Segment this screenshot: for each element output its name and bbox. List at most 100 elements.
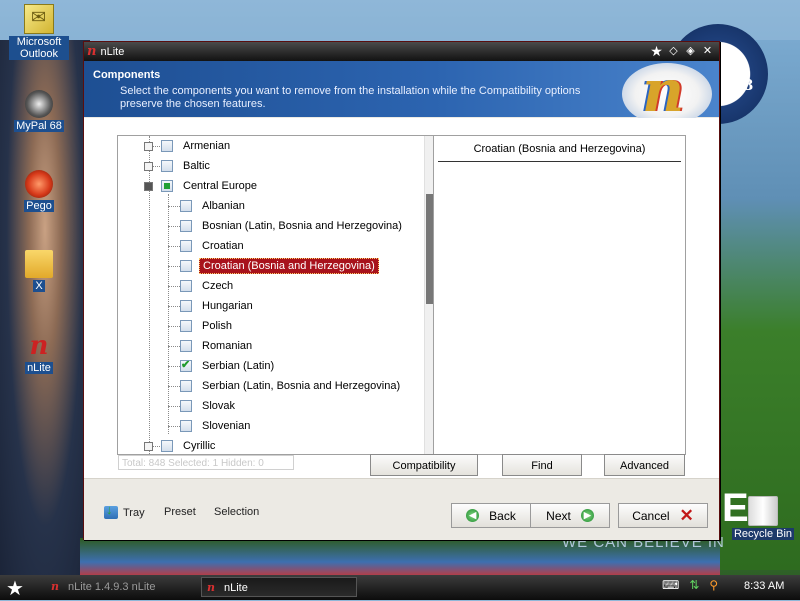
- next-button[interactable]: Next ▶: [530, 503, 610, 528]
- desktop-icon-label: nLite: [25, 362, 53, 374]
- desktop-icon-nlite[interactable]: n nLite: [9, 332, 69, 374]
- tree-item[interactable]: Serbian (Latin): [180, 357, 277, 375]
- divider: [438, 161, 681, 162]
- clock[interactable]: 8:33 AM: [744, 580, 784, 592]
- tree-line: [168, 366, 180, 367]
- tree-item[interactable]: Slovenian: [180, 417, 253, 435]
- back-label: Back: [489, 508, 516, 523]
- tree-item[interactable]: Polish: [180, 317, 235, 335]
- selection-button[interactable]: Selection: [214, 506, 259, 518]
- desktop-icon-mypal[interactable]: MyPal 68: [9, 90, 69, 132]
- tree-expander[interactable]: [144, 442, 153, 451]
- tree-line: [168, 226, 180, 227]
- tree-item[interactable]: Hungarian: [180, 297, 256, 315]
- tree-expander[interactable]: [144, 142, 153, 151]
- tree-item-label: Central Europe: [183, 180, 257, 192]
- desktop-icon-recycle-bin[interactable]: Recycle Bin: [730, 496, 796, 540]
- pego-icon: [25, 170, 53, 198]
- preset-button[interactable]: Preset: [164, 506, 196, 518]
- checkbox[interactable]: [180, 340, 192, 352]
- desktop-icon-label: Recycle Bin: [731, 528, 795, 540]
- tree-item[interactable]: Czech: [180, 277, 236, 295]
- start-button[interactable]: ★: [6, 576, 24, 601]
- page-title: Components: [93, 69, 161, 81]
- tree-item-label: Croatian (Bosnia and Herzegovina): [199, 258, 379, 274]
- tree-item[interactable]: Croatian: [180, 237, 247, 255]
- components-tree[interactable]: Armenian Baltic Central Europe Albanian …: [117, 135, 435, 455]
- tree-item-selected[interactable]: Croatian (Bosnia and Herzegovina): [180, 257, 379, 275]
- tree-item[interactable]: Baltic: [161, 157, 213, 175]
- tray-button[interactable]: Tray: [104, 502, 145, 519]
- checkbox[interactable]: [180, 320, 192, 332]
- tree-item[interactable]: Cyrillic: [161, 437, 218, 454]
- checkbox[interactable]: [180, 220, 192, 232]
- system-tray: ⌨ ⇅ ⚲: [662, 578, 718, 592]
- tree-line: [168, 326, 180, 327]
- checkbox[interactable]: [180, 280, 192, 292]
- page-description: Select the components you want to remove…: [120, 85, 581, 110]
- checkbox[interactable]: [180, 240, 192, 252]
- tree-item[interactable]: Albanian: [180, 197, 248, 215]
- tree-line: [168, 206, 180, 207]
- tree-item[interactable]: Serbian (Latin, Bosnia and Herzegovina): [180, 377, 403, 395]
- desktop-icon-pego[interactable]: Pego: [9, 170, 69, 212]
- checkbox[interactable]: [161, 140, 173, 152]
- checkbox[interactable]: [180, 420, 192, 432]
- back-button[interactable]: ◀ Back: [451, 503, 531, 528]
- tree-item[interactable]: Armenian: [161, 137, 233, 155]
- network-icon[interactable]: ⇅: [689, 578, 699, 592]
- checkbox[interactable]: [180, 400, 192, 412]
- desktop-icon-label: MyPal 68: [14, 120, 64, 132]
- tree-line: [168, 386, 180, 387]
- maximize-button[interactable]: ◈: [683, 44, 698, 59]
- checkbox-partial[interactable]: [161, 180, 173, 192]
- tree-item-label: Armenian: [183, 140, 231, 152]
- wizard-footer: Tray Preset Selection ◀ Back Next ▶ Canc…: [84, 478, 719, 540]
- checkbox[interactable]: [180, 380, 192, 392]
- checkbox[interactable]: [161, 440, 173, 452]
- desktop-icon-label: Pego: [24, 200, 54, 212]
- desktop-icon-label: Microsoft Outlook: [9, 36, 69, 60]
- search-icon[interactable]: ⚲: [709, 578, 718, 592]
- tree-item-label: Bosnian (Latin, Bosnia and Herzegovina): [202, 220, 402, 232]
- close-button[interactable]: ✕: [700, 44, 715, 59]
- cancel-label: Cancel: [632, 508, 670, 523]
- tree-expander[interactable]: [144, 182, 153, 191]
- tree-item[interactable]: Bosnian (Latin, Bosnia and Herzegovina): [180, 217, 405, 235]
- tree-item-label: Romanian: [202, 340, 253, 352]
- desktop-icon-outlook[interactable]: Microsoft Outlook: [9, 4, 69, 60]
- outlook-icon: [24, 4, 54, 34]
- desktop-icon-folder[interactable]: X: [9, 250, 69, 292]
- tree-item[interactable]: Romanian: [180, 337, 255, 355]
- find-button[interactable]: Find: [502, 454, 582, 476]
- taskbar-item[interactable]: n nLite 1.4.9.3 nLite: [46, 577, 196, 597]
- tree-item[interactable]: Slovak: [180, 397, 238, 415]
- tree-item-label: Slovenian: [202, 420, 251, 432]
- advanced-button[interactable]: Advanced: [604, 454, 685, 476]
- taskbar-item-active[interactable]: n nLite: [201, 577, 357, 597]
- tree-item-label: Croatian: [202, 240, 244, 252]
- detail-title: Croatian (Bosnia and Herzegovina): [473, 143, 646, 155]
- keyboard-icon[interactable]: ⌨: [662, 578, 679, 592]
- detail-panel: Croatian (Bosnia and Herzegovina): [433, 135, 686, 455]
- star-icon[interactable]: ★: [649, 44, 664, 59]
- compatibility-button[interactable]: Compatibility: [370, 454, 478, 476]
- next-arrow-icon: ▶: [580, 509, 594, 522]
- tree-item[interactable]: Central Europe: [161, 177, 260, 195]
- tree-line: [168, 406, 180, 407]
- tree-item-label: Hungarian: [202, 300, 253, 312]
- tree-item-label: Albanian: [202, 200, 245, 212]
- checkbox[interactable]: [180, 200, 192, 212]
- checkbox-checked[interactable]: [180, 358, 192, 372]
- cancel-button[interactable]: Cancel ✕: [618, 503, 708, 528]
- tray-label: Tray: [123, 506, 145, 519]
- minimize-button[interactable]: ◇: [666, 44, 681, 59]
- tree-expander[interactable]: [144, 162, 153, 171]
- checkbox[interactable]: [180, 260, 192, 272]
- checkbox[interactable]: [161, 160, 173, 172]
- window-titlebar[interactable]: n nLite ★ ◇ ◈ ✕: [84, 42, 719, 61]
- tree-item-label: Baltic: [183, 160, 210, 172]
- tree-line: [168, 306, 180, 307]
- tree-line: [168, 246, 180, 247]
- checkbox[interactable]: [180, 300, 192, 312]
